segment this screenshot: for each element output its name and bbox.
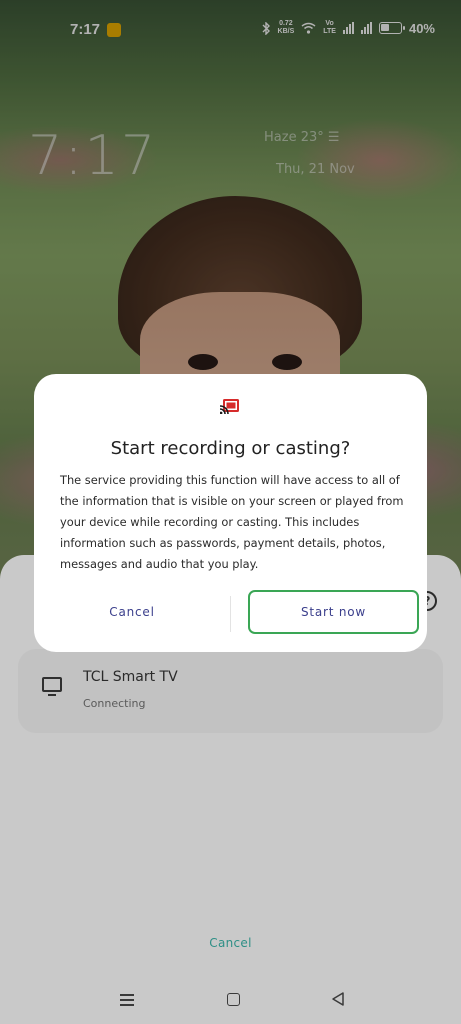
cast-device-item[interactable]: TCL Smart TV Connecting — [18, 649, 443, 733]
start-now-button[interactable]: Start now — [248, 590, 419, 634]
menu-icon[interactable] — [120, 994, 134, 1006]
cast-icon — [220, 399, 239, 414]
dialog-title: Start recording or casting? — [110, 438, 351, 459]
cancel-button[interactable]: Cancel — [46, 590, 218, 634]
navigation-bar — [0, 980, 461, 1024]
device-status: Connecting — [83, 697, 146, 710]
button-divider — [230, 596, 231, 632]
tv-icon — [42, 677, 62, 696]
back-icon[interactable] — [330, 991, 346, 1007]
sheet-cancel-button[interactable]: Cancel — [0, 936, 461, 950]
cast-permission-dialog: Start recording or casting? The service … — [34, 374, 427, 652]
dialog-body: The service providing this function will… — [60, 473, 404, 571]
home-icon[interactable] — [227, 993, 240, 1006]
device-name: TCL Smart TV — [83, 669, 178, 685]
